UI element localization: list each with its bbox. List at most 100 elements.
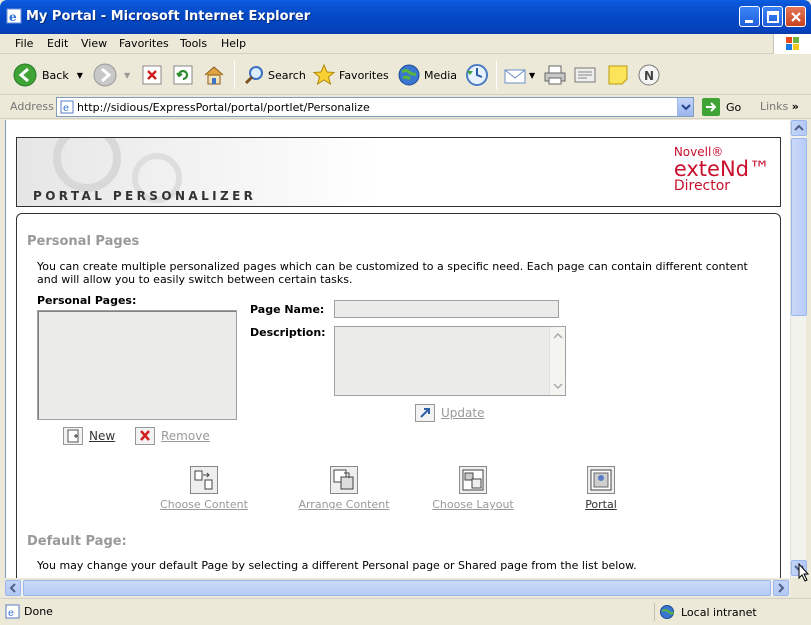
- messenger-button[interactable]: N: [637, 61, 661, 89]
- personal-pages-panel: Personal Pages You can create multiple p…: [16, 213, 781, 578]
- refresh-icon: [173, 65, 193, 85]
- security-zone: Local intranet: [654, 603, 804, 621]
- scroll-thumb[interactable]: [791, 138, 807, 316]
- print-button[interactable]: [543, 61, 567, 89]
- maximize-button[interactable]: [762, 6, 783, 27]
- update-link: Update: [441, 406, 485, 420]
- refresh-button[interactable]: [172, 61, 194, 89]
- home-button[interactable]: [202, 61, 226, 89]
- choose-layout-button[interactable]: Choose Layout: [429, 466, 517, 511]
- arrange-content-button[interactable]: Arrange Content: [296, 466, 392, 511]
- close-button[interactable]: [785, 6, 806, 27]
- mail-button[interactable]: ▼: [503, 61, 535, 89]
- portal-icon: [587, 466, 615, 494]
- personal-pages-listbox[interactable]: [37, 310, 237, 420]
- svg-text:N: N: [644, 69, 654, 83]
- horizontal-scrollbar[interactable]: [5, 579, 790, 596]
- page-icon: e: [60, 100, 74, 114]
- chevron-right-icon: »: [791, 100, 799, 113]
- messenger-icon: N: [638, 64, 660, 86]
- description-scrollbar[interactable]: [549, 327, 565, 395]
- portal-button[interactable]: Portal: [579, 466, 623, 511]
- svg-text:e: e: [63, 103, 69, 114]
- mail-dropdown-icon[interactable]: ▼: [529, 71, 535, 80]
- title-bar: e My Portal - Microsoft Internet Explore…: [0, 0, 811, 34]
- remove-button[interactable]: Remove: [135, 427, 210, 445]
- new-button[interactable]: New: [63, 427, 115, 445]
- maximize-icon: [767, 11, 779, 23]
- go-arrow-icon: [702, 98, 720, 116]
- favorites-button[interactable]: Favorites: [312, 61, 389, 89]
- novell-extend-director-logo: Novell® exteNd™ Director: [674, 146, 770, 194]
- toolbar-separator: [234, 61, 235, 89]
- arrange-content-link: Arrange Content: [298, 498, 390, 511]
- links-button[interactable]: Links »: [760, 100, 799, 113]
- choose-content-button[interactable]: Choose Content: [157, 466, 251, 511]
- page-content: PORTAL PERSONALIZER Novell® exteNd™ Dire…: [5, 120, 790, 578]
- history-icon: [466, 64, 488, 86]
- description-textarea[interactable]: [334, 326, 566, 396]
- menu-tools[interactable]: Tools: [180, 37, 207, 50]
- address-input[interactable]: e http://sidious/ExpressPortal/portal/po…: [56, 97, 694, 117]
- star-icon: [312, 63, 336, 86]
- search-button[interactable]: Search: [243, 61, 306, 89]
- update-button[interactable]: Update: [415, 404, 484, 422]
- minimize-icon: [745, 20, 753, 23]
- forward-arrow-icon: [93, 63, 117, 87]
- go-button[interactable]: Go: [702, 98, 741, 116]
- search-icon: [244, 66, 263, 85]
- hscroll-thumb[interactable]: [23, 580, 771, 596]
- minimize-button[interactable]: [739, 6, 760, 27]
- portal-link: Portal: [585, 498, 617, 511]
- address-bar: Address e http://sidious/ExpressPortal/p…: [0, 96, 811, 119]
- search-label: Search: [268, 68, 306, 82]
- menu-view[interactable]: View: [81, 37, 107, 50]
- portal-personalizer-title: PORTAL PERSONALIZER: [33, 189, 257, 203]
- personal-pages-list-label: Personal Pages:: [37, 294, 137, 307]
- brand-extend: exteNd™: [673, 157, 770, 181]
- discuss-button[interactable]: [606, 61, 630, 89]
- choose-layout-link: Choose Layout: [432, 498, 514, 511]
- scroll-right-button[interactable]: [773, 580, 789, 596]
- new-page-icon: [63, 427, 83, 445]
- intranet-globe-icon: [660, 605, 674, 619]
- vertical-scrollbar[interactable]: [790, 120, 807, 578]
- menu-file[interactable]: File: [15, 37, 33, 50]
- edit-button[interactable]: [573, 61, 597, 89]
- media-button[interactable]: Media: [397, 61, 457, 89]
- address-dropdown-button[interactable]: [677, 98, 693, 116]
- window-title: My Portal - Microsoft Internet Explorer: [26, 9, 311, 24]
- update-icon: [415, 404, 435, 422]
- menu-favorites[interactable]: Favorites: [119, 37, 169, 50]
- scroll-left-button[interactable]: [5, 580, 21, 596]
- forward-button[interactable]: ▼: [92, 61, 130, 89]
- windows-flag-icon: [786, 37, 799, 50]
- default-page-description: You may change your default Page by sele…: [37, 559, 637, 572]
- windows-logo: [773, 34, 811, 54]
- home-icon: [204, 66, 224, 85]
- edit-document-icon: [574, 67, 596, 83]
- printer-icon: [544, 65, 566, 85]
- chevron-left-icon: [9, 583, 16, 593]
- ie-icon: e: [6, 8, 22, 24]
- address-url: http://sidious/ExpressPortal/portal/port…: [77, 101, 370, 114]
- chevron-up-icon: [794, 124, 804, 131]
- back-arrow-icon: [13, 63, 37, 87]
- close-icon: [791, 12, 801, 22]
- svg-text:e: e: [9, 10, 17, 24]
- forward-dropdown-icon[interactable]: ▼: [124, 71, 130, 80]
- scroll-up-button[interactable]: [791, 120, 807, 136]
- default-page-heading: Default Page:: [27, 534, 127, 549]
- menu-edit[interactable]: Edit: [47, 37, 68, 50]
- history-button[interactable]: [464, 61, 490, 89]
- links-label: Links: [760, 100, 789, 113]
- back-dropdown-icon[interactable]: ▼: [77, 71, 83, 80]
- page-name-input[interactable]: [334, 300, 559, 318]
- menu-help[interactable]: Help: [221, 37, 246, 50]
- back-button[interactable]: Back ▼: [12, 61, 83, 89]
- personal-pages-description: You can create multiple personalized pag…: [37, 260, 748, 286]
- media-label: Media: [424, 68, 458, 82]
- chevron-right-icon: [778, 583, 785, 593]
- status-bar: e Done Local intranet: [0, 598, 811, 625]
- stop-button[interactable]: [141, 61, 163, 89]
